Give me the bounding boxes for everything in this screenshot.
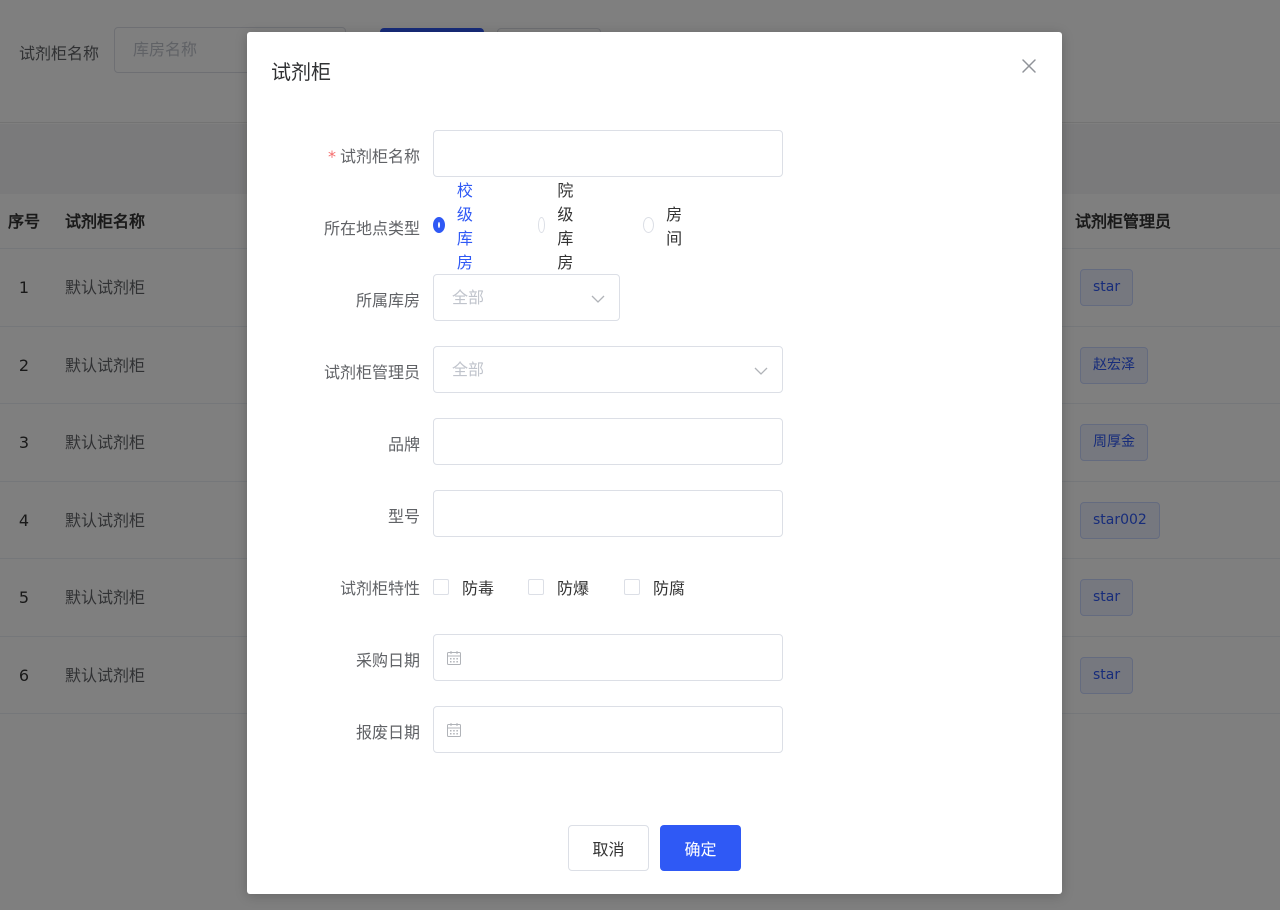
cabinet-dialog: 试剂柜 * 试剂柜名称 所在地点类型 校级库房 院级库房 房间 所属库房 全部 试… <box>247 32 1062 894</box>
radio-unchecked-icon <box>643 217 655 233</box>
warehouse-label: 所属库房 <box>355 291 420 310</box>
radio-unchecked-icon <box>538 217 546 233</box>
checkbox-label: 防毒 <box>462 579 495 598</box>
cabinet-name-label-text: 试剂柜名称 <box>339 147 420 166</box>
checkbox-anti-toxic[interactable]: 防毒 <box>433 575 494 599</box>
location-type-label: 所在地点类型 <box>323 219 420 238</box>
close-icon[interactable] <box>1019 56 1039 76</box>
checkbox-label: 防爆 <box>557 579 590 598</box>
brand-label: 品牌 <box>387 435 420 454</box>
checkbox-icon <box>433 579 449 595</box>
warehouse-select[interactable]: 全部 <box>433 274 620 321</box>
radio-room[interactable]: 房间 <box>643 205 687 248</box>
radio-school-warehouse[interactable]: 校级库房 <box>433 181 477 272</box>
select-value: 全部 <box>452 288 485 307</box>
model-label: 型号 <box>387 507 420 526</box>
checkbox-icon <box>624 579 640 595</box>
radio-college-warehouse[interactable]: 院级库房 <box>538 181 582 272</box>
brand-input[interactable] <box>433 418 783 465</box>
radio-label: 房间 <box>666 205 683 248</box>
purchase-date-label: 采购日期 <box>355 651 420 670</box>
manager-select[interactable]: 全部 <box>433 346 783 393</box>
cabinet-name-input[interactable] <box>433 130 783 177</box>
features-label: 试剂柜特性 <box>339 579 420 598</box>
confirm-button[interactable]: 确定 <box>660 825 741 871</box>
dialog-title: 试剂柜 <box>271 60 331 84</box>
cabinet-name-label: * 试剂柜名称 <box>328 143 420 167</box>
calendar-icon <box>446 722 462 738</box>
manager-label: 试剂柜管理员 <box>323 363 420 382</box>
radio-label: 院级库房 <box>557 181 574 272</box>
checkbox-label: 防腐 <box>653 579 686 598</box>
scrap-date-label: 报废日期 <box>355 723 420 742</box>
radio-label: 校级库房 <box>456 181 473 272</box>
calendar-icon <box>446 650 462 666</box>
checkbox-anti-corrosion[interactable]: 防腐 <box>624 575 685 599</box>
chevron-down-icon <box>754 363 768 377</box>
cancel-button[interactable]: 取消 <box>568 825 649 871</box>
scrap-date-picker[interactable] <box>433 706 783 753</box>
checkbox-explosion-proof[interactable]: 防爆 <box>528 575 589 599</box>
required-mark: * <box>327 147 336 166</box>
chevron-down-icon <box>591 291 605 305</box>
model-input[interactable] <box>433 490 783 537</box>
select-value: 全部 <box>452 360 485 379</box>
purchase-date-picker[interactable] <box>433 634 783 681</box>
checkbox-icon <box>528 579 544 595</box>
radio-checked-icon <box>433 217 445 233</box>
